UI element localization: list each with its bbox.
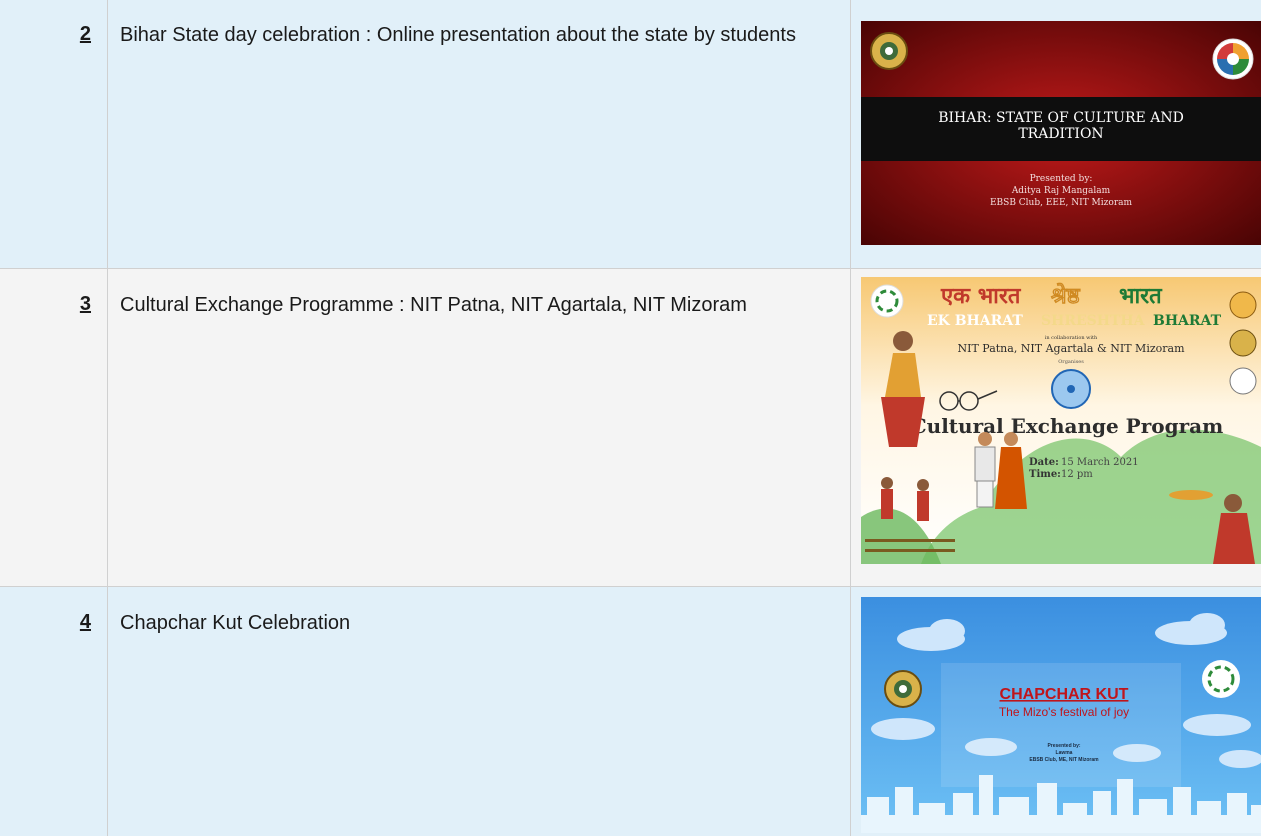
thumb-title-line2: TRADITION [1018,126,1103,142]
number-cell: 4 [0,587,108,836]
image-cell: CHAPCHAR KUT The Mizo's festival of joy … [851,587,1261,836]
table-row: 2 Bihar State day celebration : Online p… [0,0,1261,268]
row-number: 3 [79,293,91,315]
poster-time-value: 12 pm [1061,469,1093,480]
row-number: 4 [79,611,91,633]
image-cell: एक भारत श्रेष्ठ भारत EK BHARAT SHRESHTHA… [851,269,1261,586]
poster-en-part3: BHARAT [1153,313,1222,329]
poster-organises: Organises [1058,359,1084,365]
row-description: Cultural Exchange Programme : NIT Patna,… [120,294,747,316]
thumb-club: EBSB Club, ME, NIT Mizoram [1029,757,1099,763]
poster-hindi-part1: एक भारत [940,284,1022,309]
thumb-subtitle: The Mizo's festival of joy [999,705,1129,719]
number-cell: 2 [0,0,108,268]
thumb-presented-by: Presented by: [1047,743,1080,749]
ebsb-logo-icon [1212,38,1254,80]
description-cell: Chapchar Kut Celebration [108,587,851,836]
nit-logo-icon [870,32,908,70]
nit-logo-icon [884,670,922,708]
ebsb-logo-icon [1202,660,1240,698]
table-row: 4 Chapchar Kut Celebration CHAPCHAR KUT … [0,586,1261,836]
thumb-title: CHAPCHAR KUT [1000,686,1129,703]
poster-hindi-part2: श्रेष्ठ [1051,282,1081,309]
thumb-presenter: Aditya Raj Mangalam [1011,186,1111,196]
poster-time-label: Time: [1029,469,1061,480]
row-number: 2 [79,23,91,45]
poster-hindi-part3: भारत [1119,284,1163,309]
poster-date-value: 15 March 2021 [1061,457,1139,468]
poster-collab: in collaboration with [1045,335,1098,341]
bihar-presentation-thumbnail: BIHAR: STATE OF CULTURE AND TRADITION Pr… [861,21,1261,245]
poster-program-title: Cultural Exchange Program [911,414,1224,438]
description-cell: Cultural Exchange Programme : NIT Patna,… [108,269,851,586]
ashoka-chakra-icon [1051,369,1091,409]
description-cell: Bihar State day celebration : Online pre… [108,0,851,268]
cultural-exchange-poster-thumbnail: एक भारत श्रेष्ठ भारत EK BHARAT SHRESHTHA… [861,277,1261,564]
chapchar-kut-thumbnail: CHAPCHAR KUT The Mizo's festival of joy … [861,597,1261,833]
image-cell: BIHAR: STATE OF CULTURE AND TRADITION Pr… [851,0,1261,268]
thumb-club: EBSB Club, EEE, NIT Mizoram [990,198,1133,208]
ebsb-logo-icon [870,284,904,318]
poster-en-part2: SHRESHTHA [1041,313,1146,329]
poster-en-part1: EK BHARAT [927,313,1023,329]
row-description: Chapchar Kut Celebration [120,612,351,634]
number-cell: 3 [0,269,108,586]
poster-date-label: Date: [1029,457,1059,468]
row-description: Bihar State day celebration : Online pre… [120,24,796,46]
nit-logo-icon [1229,291,1257,395]
thumb-title-line1: BIHAR: STATE OF CULTURE AND [938,110,1184,126]
table-row: 3 Cultural Exchange Programme : NIT Patn… [0,268,1261,586]
thumb-presented-by: Presented by: [1030,174,1093,184]
poster-institutes: NIT Patna, NIT Agartala & NIT Mizoram [957,342,1185,355]
thumb-presenter: Lawma [1056,750,1073,756]
